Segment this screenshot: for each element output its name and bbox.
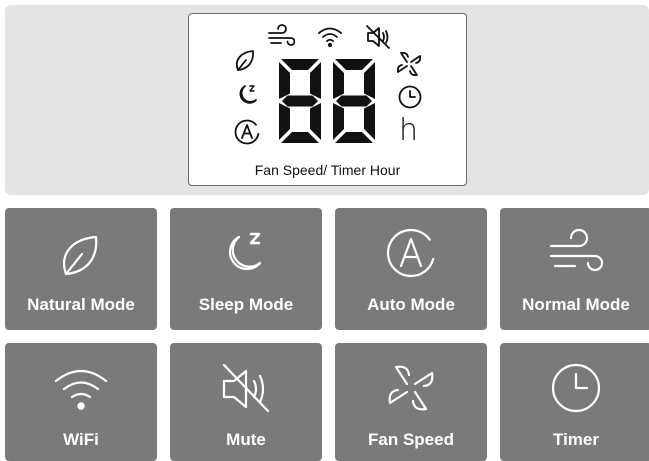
wifi-icon: [54, 369, 108, 410]
display-label: Fan Speed/ Timer Hour: [254, 162, 401, 178]
segment-f: [279, 62, 290, 99]
seven-segment-digits: [279, 59, 375, 143]
segment-g: [282, 95, 318, 107]
mute-icon: [222, 363, 270, 413]
clock-icon: [551, 363, 601, 413]
auto-mode-button[interactable]: Auto Mode: [335, 208, 487, 330]
normal-mode-button[interactable]: Normal Mode: [500, 208, 649, 330]
natural-mode-label: Natural Mode: [27, 295, 135, 314]
auto-mode-label: Auto Mode: [367, 295, 455, 314]
wind-icon: [268, 24, 295, 46]
hour-unit: h: [399, 113, 419, 148]
sleep-mode-label: Sleep Mode: [198, 295, 294, 314]
segment-f: [333, 62, 344, 99]
segment-g: [336, 95, 372, 107]
segment-d: [281, 132, 319, 143]
leaf-icon: [63, 235, 98, 276]
segment-a: [335, 59, 373, 70]
auto-icon: [386, 228, 436, 278]
moon-icon: [229, 232, 262, 271]
natural-mode-button[interactable]: Natural Mode: [5, 208, 157, 330]
segment-d: [335, 132, 373, 143]
fan-speed-button[interactable]: Fan Speed: [335, 343, 487, 461]
sleep-icon: [239, 85, 257, 104]
fan-icon: [388, 365, 434, 411]
normal-mode-label: Normal Mode: [522, 295, 630, 314]
mute-label: Mute: [226, 430, 266, 449]
segment-b: [310, 62, 321, 99]
segment-c: [310, 103, 321, 140]
wifi-icon: [318, 27, 342, 48]
clock-icon: [398, 85, 422, 109]
auto-icon: [234, 119, 260, 145]
timer-label: Timer: [553, 430, 599, 449]
lcd-display: h Fan Speed/ Timer Hour: [188, 13, 467, 186]
segment-e: [333, 103, 344, 140]
fan-speed-label: Fan Speed: [368, 430, 454, 449]
mute-button[interactable]: Mute: [170, 343, 322, 461]
fan-icon: [396, 51, 422, 77]
wind-icon: [549, 228, 604, 272]
mute-icon: [366, 25, 390, 49]
leaf-icon: [236, 50, 254, 71]
timer-button[interactable]: Timer: [500, 343, 649, 461]
wifi-button[interactable]: WiFi: [5, 343, 157, 461]
segment-b: [364, 62, 375, 99]
segment-c: [364, 103, 375, 140]
segment-e: [279, 103, 290, 140]
segment-a: [281, 59, 319, 70]
sleep-mode-button[interactable]: Sleep Mode: [170, 208, 322, 330]
wifi-label: WiFi: [63, 430, 99, 449]
